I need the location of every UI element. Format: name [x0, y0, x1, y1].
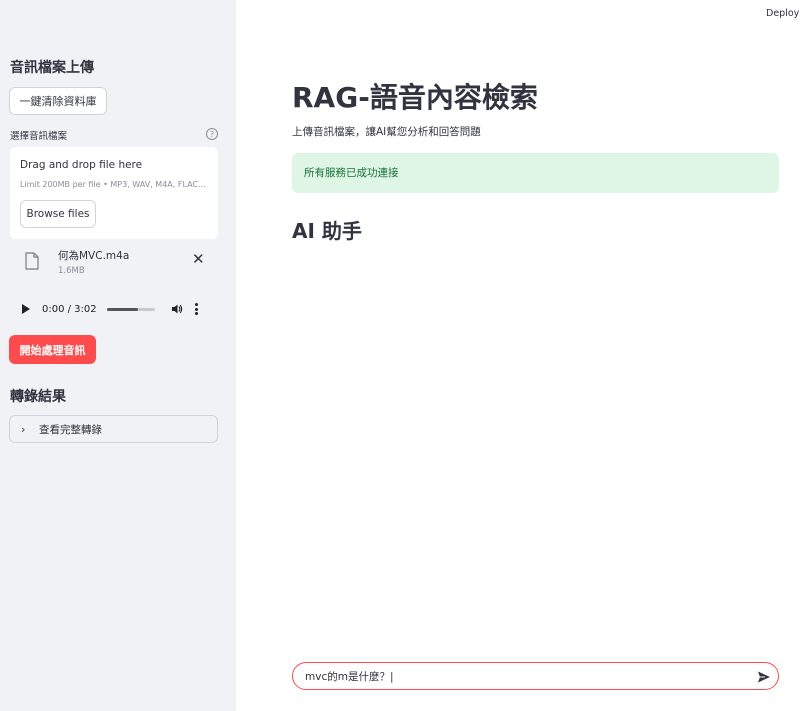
- file-name: 何為MVC.m4a: [58, 250, 130, 262]
- audio-time: 0:00 / 3:02: [42, 303, 97, 315]
- audio-progress-fill: [106, 307, 138, 311]
- deploy-button[interactable]: Deploy: [766, 8, 799, 19]
- file-dropzone[interactable]: Drag and drop file here Limit 200MB per …: [10, 147, 218, 239]
- results-title: 轉錄結果: [10, 389, 66, 405]
- sidebar-title: 音訊檔案上傳: [10, 60, 94, 76]
- audio-progress-slider[interactable]: [106, 307, 155, 311]
- play-icon[interactable]: [22, 304, 30, 314]
- volume-icon[interactable]: [171, 303, 183, 315]
- more-options-icon[interactable]: [195, 303, 199, 315]
- expander-label: 查看完整轉錄: [39, 423, 102, 436]
- chat-input[interactable]: mvc的m是什麼？|: [292, 662, 779, 690]
- chat-input-value: mvc的m是什麼？|: [305, 671, 394, 683]
- sidebar: 音訊檔案上傳 一鍵清除資料庫 選擇音訊檔案 ? Drag and drop fi…: [0, 0, 236, 711]
- dropzone-title: Drag and drop file here: [20, 159, 143, 171]
- chevron-right-icon: ›: [21, 422, 26, 436]
- file-size: 1.6MB: [58, 266, 85, 276]
- browse-files-button[interactable]: Browse files: [20, 200, 96, 228]
- section-title: AI 助手: [292, 219, 362, 243]
- process-audio-button[interactable]: 開始處理音訊: [9, 335, 96, 364]
- uploaded-file: 何為MVC.m4a 1.6MB ✕: [10, 246, 218, 282]
- full-transcript-expander[interactable]: › 查看完整轉錄: [9, 415, 218, 443]
- close-icon[interactable]: ✕: [192, 252, 205, 267]
- file-uploader-label: 選擇音訊檔案: [10, 131, 68, 142]
- dropzone-limit: Limit 200MB per file • MP3, WAV, M4A, FL…: [20, 180, 206, 189]
- audio-player: 0:00 / 3:02: [14, 297, 214, 321]
- help-icon[interactable]: ?: [206, 128, 218, 140]
- page-title: RAG-語音內容檢索: [292, 81, 538, 114]
- page-subtitle: 上傳音訊檔案，讓AI幫您分析和回答問題: [292, 126, 481, 138]
- send-icon[interactable]: [757, 670, 771, 684]
- alert-text: 所有服務已成功連接: [304, 167, 399, 179]
- success-alert: 所有服務已成功連接: [292, 153, 779, 193]
- clear-database-button[interactable]: 一鍵清除資料庫: [9, 87, 107, 115]
- file-icon: [25, 252, 39, 270]
